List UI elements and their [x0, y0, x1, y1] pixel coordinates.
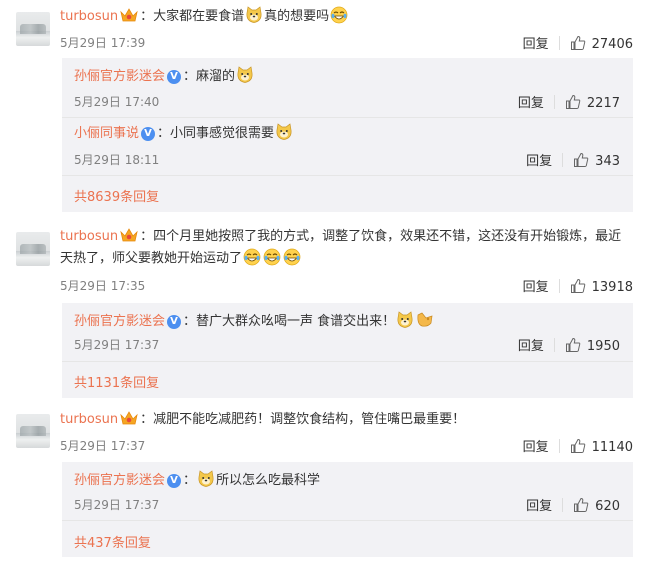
reply-text: ： — [183, 473, 197, 488]
crown-icon — [120, 411, 138, 425]
comment-actions: 回复 11140 — [523, 436, 633, 455]
like-icon[interactable] — [570, 35, 586, 51]
reply-username[interactable]: 小俪同事说 — [74, 126, 139, 141]
username[interactable]: turbosun — [60, 229, 118, 244]
view-more-replies-link[interactable]: 共1131条回复 — [74, 372, 159, 391]
comment-content: turbosun ：大家都在要食谱 真的想要吗 — [60, 6, 349, 27]
like-count: 343 — [595, 154, 620, 169]
reply-text: ：麻溜的 — [183, 69, 236, 84]
reply-content: 孙俪官方影迷会 V： 所以怎么吃最科学 — [74, 470, 320, 491]
reply-username[interactable]: 孙俪官方影迷会 — [74, 69, 165, 84]
reply-actions: 回复 620 — [526, 495, 620, 514]
verified-icon: V — [167, 70, 182, 84]
crown-icon — [120, 228, 138, 242]
like-icon[interactable] — [565, 337, 581, 353]
reply-button[interactable]: 回复 — [523, 37, 549, 52]
reply-button[interactable]: 回复 — [523, 440, 549, 455]
comment-content: turbosun ：四个月里她按照了我的方式，调整了饮食，效果还不错，这还没有开始… — [60, 226, 630, 270]
username[interactable]: turbosun — [60, 9, 118, 24]
divider — [62, 117, 633, 118]
reply-actions: 回复 343 — [526, 150, 620, 169]
doge-emoji-icon — [197, 470, 215, 488]
like-count: 1950 — [586, 339, 620, 354]
timestamp: 5月29日 17:35 — [60, 279, 146, 293]
reply-username[interactable]: 孙俪官方影迷会 — [74, 314, 165, 329]
comment: turbosun ：减肥不能吃减肥药！调整饮食结构，管住嘴巴最重要！ 5月29日 … — [0, 404, 653, 565]
view-more-replies-link[interactable]: 共437条回复 — [74, 532, 151, 551]
doge-emoji-icon — [396, 311, 414, 329]
verified-icon: V — [167, 474, 182, 488]
avatar[interactable] — [16, 232, 50, 266]
reply-timestamp: 5月29日 18:11 — [74, 153, 160, 167]
comment-actions: 回复 13918 — [523, 276, 633, 295]
comment: turbosun ：大家都在要食谱 真的想要吗 5月29日 17:39 回复 2740… — [0, 0, 653, 215]
avatar[interactable] — [16, 414, 50, 448]
comment-text: ：四个月里她按照了我的方式，调整了饮食，效果还不错，这还没有开始锻炼，最近天热了… — [60, 229, 622, 266]
like-icon[interactable] — [565, 94, 581, 110]
laugh-cry-emoji-icon — [283, 248, 301, 266]
reply-button[interactable]: 回复 — [523, 280, 549, 295]
divider — [62, 520, 633, 521]
like-icon[interactable] — [570, 278, 586, 294]
reply-timestamp: 5月29日 17:40 — [74, 95, 160, 109]
like-count: 2217 — [586, 96, 620, 111]
reply-content: 小俪同事说 V ：小同事感觉很需要 — [74, 123, 294, 144]
cheer-emoji-icon — [416, 311, 434, 329]
reply-content: 孙俪官方影迷会 V ：替广大群众吆喝一声 食谱交出来！ — [74, 311, 435, 332]
comment-content: turbosun ：减肥不能吃减肥药！调整饮食结构，管住嘴巴最重要！ — [60, 410, 465, 430]
like-icon[interactable] — [570, 438, 586, 454]
laugh-cry-emoji-icon — [263, 248, 281, 266]
timestamp: 5月29日 17:39 — [60, 36, 146, 50]
reply-button[interactable]: 回复 — [526, 154, 552, 169]
verified-icon: V — [141, 127, 156, 141]
reply-text: 所以怎么吃最科学 — [216, 473, 321, 488]
like-count: 13918 — [591, 280, 633, 295]
like-icon[interactable] — [573, 152, 589, 168]
comment-actions: 回复 27406 — [523, 33, 633, 52]
comment-text: 真的想要吗 — [264, 9, 330, 24]
reply-content: 孙俪官方影迷会 V ：麻溜的 — [74, 66, 255, 87]
reply-button[interactable]: 回复 — [526, 499, 552, 514]
divider — [62, 175, 633, 176]
laugh-cry-emoji-icon — [243, 248, 261, 266]
doge-emoji-icon — [245, 6, 263, 24]
like-count: 27406 — [591, 37, 633, 52]
reply-actions: 回复 1950 — [518, 335, 620, 354]
reply-button[interactable]: 回复 — [518, 96, 544, 111]
comment-text: ：减肥不能吃减肥药！调整饮食结构，管住嘴巴最重要！ — [140, 412, 466, 427]
username[interactable]: turbosun — [60, 412, 118, 427]
view-more-replies-link[interactable]: 共8639条回复 — [74, 186, 159, 205]
reply-text: ：替广大群众吆喝一声 食谱交出来！ — [183, 314, 396, 329]
like-count: 620 — [595, 499, 620, 514]
like-count: 11140 — [591, 440, 633, 455]
doge-emoji-icon — [236, 66, 254, 84]
reply-timestamp: 5月29日 17:37 — [74, 498, 160, 512]
like-icon[interactable] — [573, 497, 589, 513]
reply-timestamp: 5月29日 17:37 — [74, 338, 160, 352]
reply-username[interactable]: 孙俪官方影迷会 — [74, 473, 165, 488]
doge-emoji-icon — [275, 123, 293, 141]
verified-icon: V — [167, 315, 182, 329]
laugh-cry-emoji-icon — [330, 6, 348, 24]
avatar[interactable] — [16, 12, 50, 46]
comment-text: ：大家都在要食谱 — [140, 9, 245, 24]
reply-button[interactable]: 回复 — [518, 339, 544, 354]
timestamp: 5月29日 17:37 — [60, 439, 146, 453]
reply-actions: 回复 2217 — [518, 92, 620, 111]
divider — [62, 361, 633, 362]
crown-icon — [120, 8, 138, 22]
comment: turbosun ：四个月里她按照了我的方式，调整了饮食，效果还不错，这还没有开始… — [0, 222, 653, 402]
reply-text: ：小同事感觉很需要 — [157, 126, 275, 141]
